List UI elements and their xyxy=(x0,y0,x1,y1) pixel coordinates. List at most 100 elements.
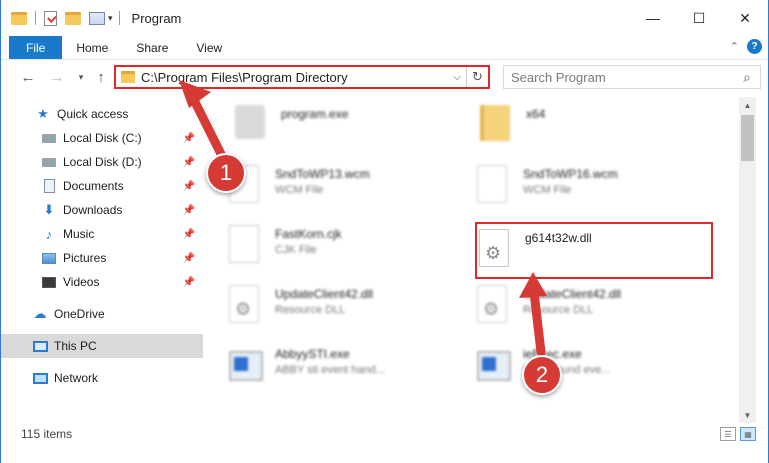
sidebar-item-label: Downloads xyxy=(63,203,123,217)
file-explorer-window: ▾ Program — ☐ ✕ File Home Share View ⌃ ?… xyxy=(0,0,769,463)
sidebar-item-local-disk-c[interactable]: Local Disk (C:) 📌 xyxy=(1,126,203,150)
minimize-button[interactable]: — xyxy=(630,0,676,36)
file-type: CJK File xyxy=(275,244,317,256)
list-item[interactable]: UpdateClient42.dll Resource DLL xyxy=(229,281,459,333)
list-item[interactable]: SndToWP16.wcm WCM File xyxy=(477,161,707,213)
list-item[interactable]: ieExec.exe background eve... xyxy=(477,341,707,393)
list-item[interactable]: program.exe xyxy=(235,101,465,153)
chevron-down-icon[interactable]: ⌵ xyxy=(448,72,466,83)
tab-file[interactable]: File xyxy=(9,36,63,59)
address-path[interactable]: C:\Program Files\Program Directory xyxy=(141,70,448,85)
network-icon xyxy=(32,370,48,386)
help-icon[interactable]: ? xyxy=(747,39,762,54)
file-name: SndToWP16.wcm xyxy=(523,167,618,181)
onedrive-icon: ☁ xyxy=(33,306,47,321)
chevron-down-icon[interactable]: ▾ xyxy=(108,13,113,24)
folder-icon xyxy=(121,71,135,83)
properties-check-icon[interactable] xyxy=(44,10,57,26)
sidebar-item-local-disk-d[interactable]: Local Disk (D:) 📌 xyxy=(1,150,203,174)
recent-locations-button[interactable]: ▾ xyxy=(71,67,91,87)
pin-icon[interactable]: 📌 xyxy=(183,277,195,288)
pin-icon[interactable]: 📌 xyxy=(183,229,195,240)
scroll-down-icon[interactable]: ▼ xyxy=(739,407,756,423)
sidebar-item-music[interactable]: ♪ Music 📌 xyxy=(1,222,203,246)
tab-view[interactable]: View xyxy=(182,36,236,59)
file-type: WCM File xyxy=(523,184,572,196)
file-icon xyxy=(229,225,263,267)
exe-icon xyxy=(229,345,263,387)
program-icon xyxy=(235,105,269,147)
file-type: WCM File xyxy=(275,184,324,196)
maximize-button[interactable]: ☐ xyxy=(676,0,722,36)
music-icon: ♪ xyxy=(45,226,53,242)
sidebar-item-quick-access[interactable]: ★ Quick access xyxy=(1,102,203,126)
star-icon: ★ xyxy=(37,106,49,121)
sidebar-item-pictures[interactable]: Pictures 📌 xyxy=(1,246,203,270)
list-item[interactable]: UpdateClient42.dll Resource DLL xyxy=(477,281,707,333)
sidebar-item-label: Network xyxy=(54,371,99,385)
step-2-badge: 2 xyxy=(522,355,562,395)
tab-share[interactable]: Share xyxy=(122,36,182,59)
search-placeholder[interactable]: Search Program xyxy=(511,70,734,85)
refresh-icon[interactable]: ↻ xyxy=(466,67,488,87)
videos-icon xyxy=(41,274,57,290)
new-folder-icon[interactable] xyxy=(65,11,81,25)
folder-icon xyxy=(480,105,514,147)
search-icon[interactable]: ⌕ xyxy=(734,69,760,86)
file-type: Resource DLL xyxy=(523,304,594,316)
ribbon-tabs: File Home Share View ⌃ ? xyxy=(1,36,768,60)
back-button[interactable]: ← xyxy=(18,67,38,87)
file-name: FastKorn.cjk xyxy=(275,227,342,241)
up-button[interactable]: ↑ xyxy=(91,67,111,87)
sidebar-item-this-pc[interactable]: This PC xyxy=(1,334,203,358)
drive-icon xyxy=(41,130,57,146)
view-properties-icon[interactable] xyxy=(89,11,105,25)
sidebar-item-label: This PC xyxy=(54,339,97,353)
list-item[interactable]: SndToWP13.wcm WCM File xyxy=(229,161,459,213)
file-icon xyxy=(477,165,511,207)
file-name: program.exe xyxy=(281,107,349,121)
pin-icon[interactable]: 📌 xyxy=(183,133,195,144)
view-buttons: ☰ ▦ xyxy=(716,427,756,441)
address-bar[interactable]: C:\Program Files\Program Directory ⌵ ↻ xyxy=(114,65,490,89)
file-type: Resource DLL xyxy=(275,304,346,316)
scroll-thumb[interactable] xyxy=(741,115,754,161)
forward-button[interactable]: → xyxy=(47,67,67,87)
list-item[interactable]: FastKorn.cjk CJK File xyxy=(229,221,459,273)
toolbar-divider xyxy=(118,11,120,25)
pin-icon[interactable]: 📌 xyxy=(183,205,195,216)
list-item[interactable]: AbbyySTI.exe ABBY sti event hand... xyxy=(229,341,459,393)
file-name: x64 xyxy=(526,107,546,121)
folder-icon xyxy=(11,11,27,25)
list-item[interactable]: x64 xyxy=(480,101,710,153)
tab-home[interactable]: Home xyxy=(62,36,122,59)
close-button[interactable]: ✕ xyxy=(722,0,768,36)
dll-gear-icon xyxy=(229,285,263,327)
title-bar: ▾ Program — ☐ ✕ xyxy=(1,0,768,36)
chevron-up-icon[interactable]: ⌃ xyxy=(730,40,739,53)
window-title: Program xyxy=(131,10,182,26)
quick-access-toolbar: ▾ xyxy=(11,0,128,36)
sidebar-item-label: Pictures xyxy=(63,251,107,265)
sidebar-item-label: Local Disk (C:) xyxy=(63,131,142,145)
sidebar-item-downloads[interactable]: ⬇ Downloads 📌 xyxy=(1,198,203,222)
pin-icon[interactable]: 📌 xyxy=(183,157,195,168)
sidebar-item-network[interactable]: Network xyxy=(1,366,203,390)
pin-icon[interactable]: 📌 xyxy=(183,181,195,192)
sidebar-item-documents[interactable]: Documents 📌 xyxy=(1,174,203,198)
sidebar-item-onedrive[interactable]: ☁ OneDrive xyxy=(1,302,203,326)
scroll-up-icon[interactable]: ▲ xyxy=(739,97,756,113)
pin-icon[interactable]: 📌 xyxy=(183,253,195,264)
sidebar-item-label: OneDrive xyxy=(54,307,105,321)
sidebar-item-label: Local Disk (D:) xyxy=(63,155,142,169)
vertical-scrollbar[interactable]: ▲ ▼ xyxy=(739,97,756,423)
file-name: UpdateClient42.dll xyxy=(523,287,622,301)
toolbar-divider xyxy=(35,11,36,25)
ribbon-right: ⌃ ? xyxy=(730,39,762,54)
step-1-badge: 1 xyxy=(206,153,246,193)
details-view-icon[interactable]: ☰ xyxy=(720,427,736,441)
search-input[interactable]: Search Program ⌕ xyxy=(503,65,761,89)
this-pc-icon xyxy=(32,338,48,354)
large-icons-view-icon[interactable]: ▦ xyxy=(740,427,756,441)
sidebar-item-videos[interactable]: Videos 📌 xyxy=(1,270,203,294)
